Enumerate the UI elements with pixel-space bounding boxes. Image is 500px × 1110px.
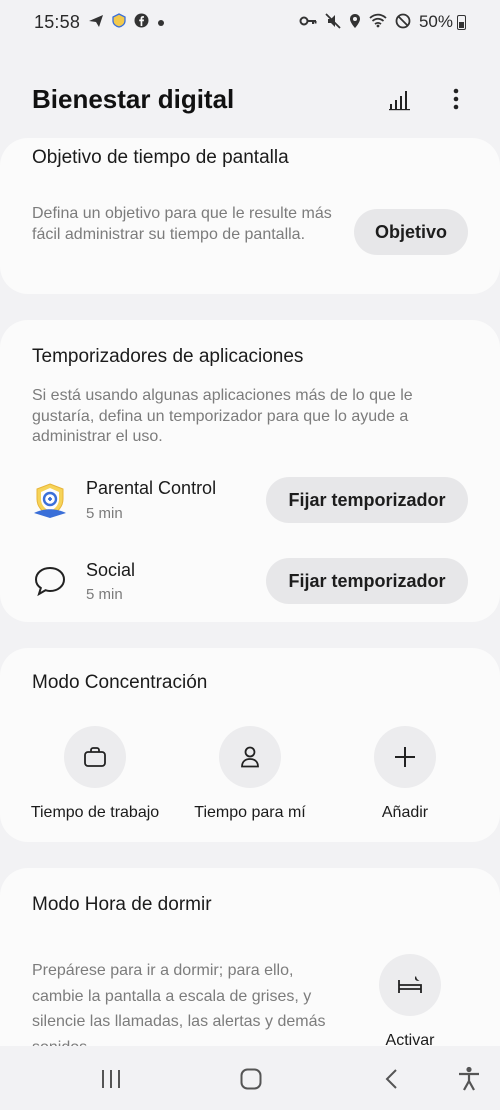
focus-mode-card: Modo Concentración Tiempo de trabajo Tie… [0,648,500,842]
navigation-bar [0,1046,500,1110]
person-icon[interactable] [219,726,281,788]
more-options-icon[interactable] [442,85,470,113]
vpn-key-icon [299,15,317,30]
app-timers-description: Si está usando algunas aplicaciones más … [32,387,413,445]
bedtime-title: Modo Hora de dormir [32,894,212,915]
plus-icon[interactable] [374,726,436,788]
focus-mode-label: Añadir [381,804,429,821]
app-time-limit: 5 min [86,586,123,603]
briefcase-icon[interactable] [64,726,126,788]
stats-icon[interactable] [386,85,414,113]
parental-control-icon [30,480,70,520]
app-name: Parental Control [86,478,217,498]
screen-time-title: Objetivo de tiempo de pantalla [32,147,289,168]
header-actions [386,85,470,113]
status-left: 15:58 [34,12,165,33]
screen-time-card: Objetivo de tiempo de pantalla Defina un… [0,138,500,294]
parental-control-icon [112,13,126,31]
home-icon[interactable] [231,1064,271,1094]
battery-icon [457,14,466,30]
bed-icon[interactable] [379,954,441,1016]
back-icon[interactable] [371,1064,411,1094]
do-not-disturb-icon [395,13,411,32]
battery-percent: 50% [418,12,453,31]
set-timer-button[interactable]: Fijar temporizador [266,477,468,523]
recents-icon[interactable] [91,1064,131,1094]
app-timers-card: Temporizadores de aplicaciones Si está u… [0,320,500,622]
mute-icon [325,12,341,32]
focus-mode-label: Tiempo para mí [194,804,306,821]
status-bar: 15:58 50% [0,0,500,44]
status-right: 50% [299,12,466,32]
send-icon [88,14,104,31]
page-title: Bienestar digital [32,83,235,114]
set-goal-button[interactable]: Objetivo [354,209,468,255]
facebook-icon [134,13,149,31]
battery-indicator: 50% [419,12,466,32]
screen-time-description: Defina un objetivo para que le resulte m… [32,205,332,243]
bedtime-activate-label[interactable]: Activar [325,1032,495,1046]
header: Bienestar digital [32,74,470,124]
dot-icon [157,15,165,30]
app-time-limit: 5 min [86,505,123,522]
status-time: 15:58 [34,11,81,32]
location-icon [349,13,361,32]
bedtime-description: Prepárese para ir a dormir; para ello, c… [32,962,326,1046]
focus-mode-label: Tiempo de trabajo [30,804,160,821]
set-timer-button[interactable]: Fijar temporizador [266,558,468,604]
accessibility-icon[interactable] [449,1064,489,1094]
wifi-icon [369,13,387,31]
bedtime-card: Modo Hora de dormir Prepárese para ir a … [0,868,500,1046]
app-name: Social [86,560,136,580]
focus-mode-title: Modo Concentración [32,672,208,693]
chat-bubble-icon [30,561,70,601]
app-timers-title: Temporizadores de aplicaciones [32,346,304,367]
